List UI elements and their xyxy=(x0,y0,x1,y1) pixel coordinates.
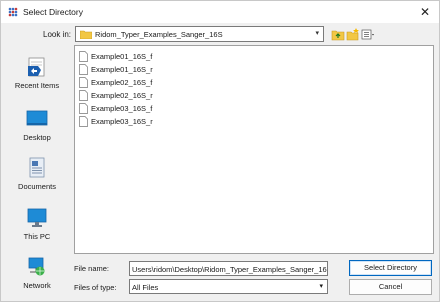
file-list[interactable]: Example01_16S_f Example01_16S_r Example0… xyxy=(74,45,434,254)
list-item[interactable]: Example03_16S_r xyxy=(77,116,187,128)
recent-items-icon xyxy=(28,57,45,77)
view-menu-icon[interactable] xyxy=(361,28,375,41)
documents-icon xyxy=(29,157,45,178)
folder-icon xyxy=(80,30,92,39)
list-item[interactable]: Example03_16S_f xyxy=(77,103,187,115)
place-label: Documents xyxy=(18,182,56,191)
this-pc-icon xyxy=(27,208,47,227)
chevron-down-icon: ▾ xyxy=(319,283,323,290)
title-bar: Select Directory ✕ xyxy=(1,1,439,23)
close-button[interactable]: ✕ xyxy=(417,4,433,20)
file-name-input[interactable]: Users\ridom\Desktop\Ridom_Typer_Examples… xyxy=(129,261,328,276)
list-item[interactable]: Example02_16S_f xyxy=(77,77,187,89)
files-of-type-select[interactable]: All Files ▾ xyxy=(129,279,328,294)
file-name-label: File name: xyxy=(74,264,110,273)
file-name: Example03_16S_r xyxy=(91,117,153,126)
file-name: Example02_16S_f xyxy=(91,78,153,87)
select-directory-dialog: Select Directory ✕ Look in: Ridom_Typer_… xyxy=(0,0,440,302)
file-icon xyxy=(79,103,88,114)
files-of-type-label: Files of type: xyxy=(74,283,117,292)
new-folder-icon[interactable] xyxy=(346,28,360,41)
file-name: Example02_16S_r xyxy=(91,91,153,100)
places-bar: Recent Items Desktop Documents This PC N… xyxy=(9,46,65,294)
list-item[interactable]: Example01_16S_r xyxy=(77,64,187,76)
select-directory-button[interactable]: Select Directory xyxy=(349,260,432,276)
look-in-value: Ridom_Typer_Examples_Sanger_16S xyxy=(95,30,223,39)
place-label: Network xyxy=(23,281,51,290)
chevron-down-icon: ▾ xyxy=(315,30,319,37)
file-name: Example03_16S_f xyxy=(91,104,153,113)
desktop-icon xyxy=(26,110,48,126)
network-icon xyxy=(28,257,45,276)
files-of-type-value: All Files xyxy=(132,283,159,292)
look-in-dropdown[interactable]: Ridom_Typer_Examples_Sanger_16S ▾ xyxy=(75,26,324,42)
file-name: Example01_16S_r xyxy=(91,65,153,74)
window-title: Select Directory xyxy=(23,7,83,17)
app-icon xyxy=(8,7,18,17)
file-icon xyxy=(79,90,88,101)
file-icon xyxy=(79,116,88,127)
file-icon xyxy=(79,64,88,75)
file-name: Example01_16S_f xyxy=(91,52,153,61)
place-label: Recent Items xyxy=(14,81,60,90)
place-label: Desktop xyxy=(23,133,51,142)
place-label: This PC xyxy=(23,232,51,241)
look-in-label: Look in: xyxy=(43,30,72,39)
cancel-button[interactable]: Cancel xyxy=(349,279,432,295)
list-item[interactable]: Example02_16S_r xyxy=(77,90,187,102)
file-icon xyxy=(79,51,88,62)
folder-up-icon[interactable] xyxy=(331,28,345,41)
file-icon xyxy=(79,77,88,88)
list-item[interactable]: Example01_16S_f xyxy=(77,51,187,63)
